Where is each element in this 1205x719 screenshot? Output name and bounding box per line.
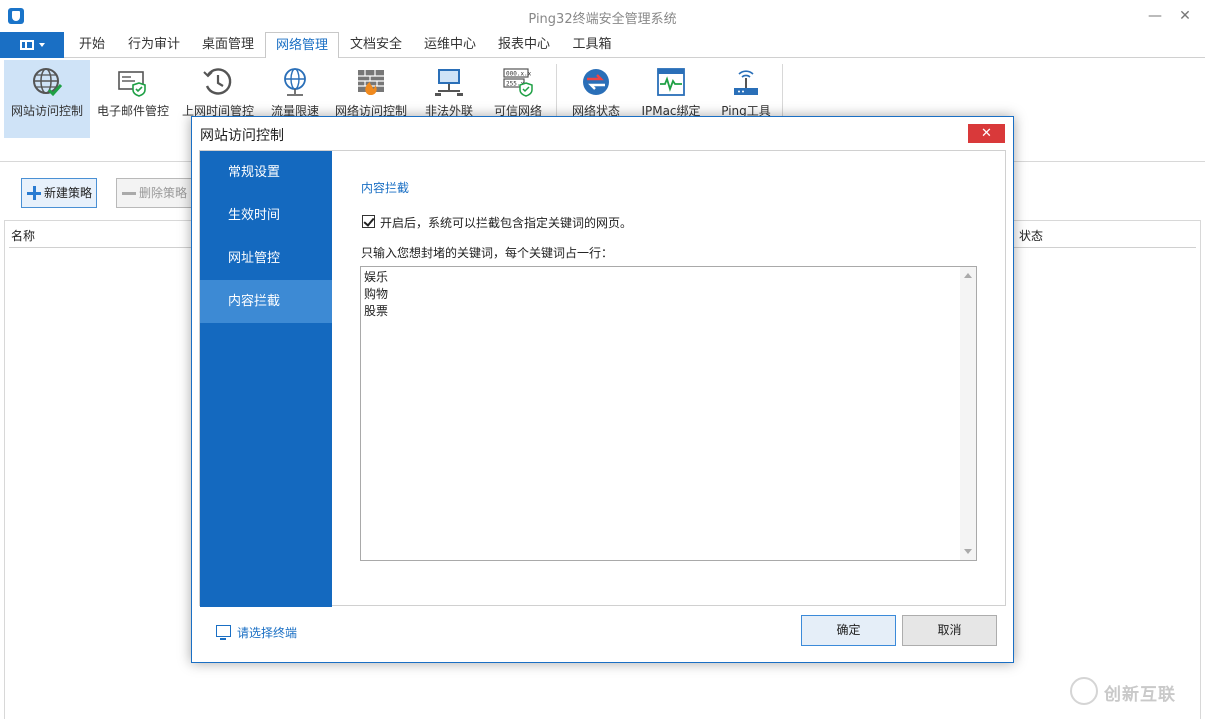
ribbon-label: 电子邮件管控 <box>96 104 169 118</box>
tab-document-security[interactable]: 文档安全 <box>342 32 410 58</box>
ok-button[interactable]: 确定 <box>801 615 896 646</box>
delete-policy-label: 删除策略 <box>139 186 188 200</box>
tab-ops-center[interactable]: 运维中心 <box>414 32 486 58</box>
keyword-line: 股票 <box>364 304 389 318</box>
tab-behavior-audit[interactable]: 行为审计 <box>120 32 188 58</box>
svg-text:000.x.x: 000.x.x <box>506 71 532 78</box>
ribbon-website-access-control[interactable]: 网站访问控制 <box>4 60 90 138</box>
app-menu-button[interactable] <box>0 32 64 58</box>
keyword-line: 购物 <box>364 287 389 301</box>
menu-panel-icon <box>20 40 34 50</box>
scroll-down-icon[interactable] <box>964 549 972 554</box>
window-close-button[interactable]: ✕ <box>1170 4 1200 28</box>
ipmac-bind-icon <box>657 68 685 96</box>
tab-network-management[interactable]: 网络管理 <box>265 32 339 59</box>
tab-toolbox[interactable]: 工具箱 <box>562 32 622 58</box>
minus-icon <box>122 192 136 195</box>
menu-bar: 开始 行为审计 桌面管理 网络管理 文档安全 运维中心 报表中心 工具箱 <box>0 32 1205 59</box>
window-title: Ping32终端安全管理系统 <box>528 12 677 27</box>
watermark-text: 创新互联 <box>1104 685 1176 705</box>
globe-network-icon <box>284 68 306 96</box>
section-title: 内容拦截 <box>361 181 410 195</box>
nav-general-settings[interactable]: 常规设置 <box>200 151 332 194</box>
tab-start[interactable]: 开始 <box>68 32 116 58</box>
nav-url-control[interactable]: 网址管控 <box>200 237 332 280</box>
enable-blocking-label: 开启后，系统可以拦截包含指定关键词的网页。 <box>380 216 633 230</box>
dialog-title: 网站访问控制 <box>200 128 284 144</box>
dialog-close-button[interactable]: ✕ <box>968 124 1005 143</box>
ribbon-label: 网站访问控制 <box>10 104 83 118</box>
watermark-logo-icon <box>1070 677 1098 705</box>
delete-policy-button[interactable]: 删除策略 <box>116 178 196 208</box>
nav-content-blocking[interactable]: 内容拦截 <box>200 280 332 323</box>
clock-history-icon <box>203 68 232 95</box>
column-header-name[interactable]: 名称 <box>11 227 35 244</box>
nav-effective-time[interactable]: 生效时间 <box>200 194 332 237</box>
network-computer-icon <box>435 69 463 96</box>
tab-report-center[interactable]: 报表中心 <box>490 32 558 58</box>
website-access-dialog: 网站访问控制 ✕ 常规设置 生效时间 网址管控 内容拦截 内容拦截 开启后，系统… <box>191 116 1014 663</box>
tab-desktop-management[interactable]: 桌面管理 <box>192 32 264 58</box>
dialog-side-nav: 常规设置 生效时间 网址管控 内容拦截 <box>200 151 332 607</box>
plus-icon <box>27 186 41 200</box>
keywords-scrollbar[interactable] <box>960 267 976 560</box>
keywords-hint: 只输入您想封堵的关键词，每个关键词占一行： <box>361 246 614 260</box>
new-policy-label: 新建策略 <box>44 186 93 200</box>
monitor-icon <box>216 625 231 640</box>
dialog-body: 常规设置 生效时间 网址管控 内容拦截 内容拦截 开启后，系统可以拦截包含指定关… <box>199 150 1006 607</box>
chevron-down-icon <box>39 43 45 47</box>
new-policy-button[interactable]: 新建策略 <box>21 178 97 208</box>
network-status-icon <box>583 69 609 95</box>
title-bar: Ping32终端安全管理系统 — ☐ ✕ <box>0 0 1205 32</box>
select-terminal-label: 请选择终端 <box>237 626 298 640</box>
keywords-textarea[interactable]: 娱乐 购物 股票 <box>360 266 977 561</box>
enable-blocking-checkbox[interactable] <box>362 215 375 228</box>
cancel-button[interactable]: 取消 <box>902 615 997 646</box>
firewall-icon <box>358 70 384 95</box>
scroll-up-icon[interactable] <box>964 273 972 278</box>
ping-router-icon <box>734 70 758 95</box>
mail-shield-icon <box>118 71 146 97</box>
globe-check-icon <box>33 68 63 97</box>
content-blocking-panel: 内容拦截 开启后，系统可以拦截包含指定关键词的网页。 只输入您想封堵的关键词，每… <box>332 151 1005 605</box>
ribbon-email-control[interactable]: 电子邮件管控 <box>92 60 174 138</box>
ip-shield-icon: 000.x.x 255.x <box>503 68 533 97</box>
keyword-line: 娱乐 <box>364 270 389 284</box>
minimize-button[interactable]: — <box>1140 4 1170 28</box>
column-header-status[interactable]: 状态 <box>1019 227 1043 244</box>
keyword-list: 娱乐 购物 股票 <box>364 269 388 320</box>
